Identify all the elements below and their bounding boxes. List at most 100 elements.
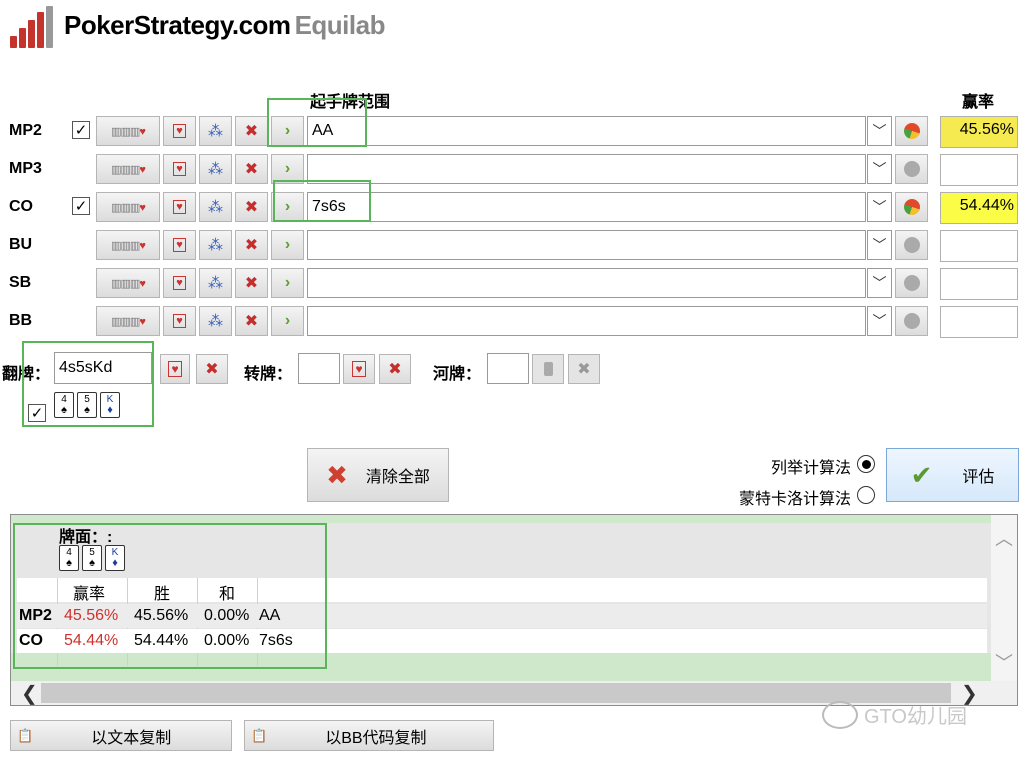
- chevron-down-icon: ﹀: [872, 161, 887, 177]
- hand-matrix-icon: ▥▥▥♥: [111, 239, 146, 252]
- range-matrix-button[interactable]: ▥▥▥♥: [96, 154, 160, 184]
- player-checkbox[interactable]: ✓: [72, 197, 90, 215]
- card-picker-button[interactable]: ♥: [163, 192, 196, 222]
- pie-chart-icon: [903, 123, 920, 139]
- card-picker-button[interactable]: ♥: [163, 116, 196, 146]
- clear-range-button[interactable]: ✖: [235, 154, 268, 184]
- random-hand-button[interactable]: ⁂: [199, 268, 232, 298]
- range-dropdown[interactable]: ﹀: [867, 192, 892, 222]
- apply-range-button[interactable]: ›: [271, 268, 304, 298]
- player-checkbox[interactable]: ✓: [72, 121, 90, 139]
- range-dropdown[interactable]: ﹀: [867, 268, 892, 298]
- clear-range-button[interactable]: ✖: [235, 268, 268, 298]
- dice-icon: ⁂: [208, 275, 223, 292]
- card-icon: ♥: [173, 200, 186, 214]
- position-label: BB: [9, 312, 33, 329]
- wechat-icon: [822, 700, 858, 729]
- pie-chart-icon: [903, 313, 920, 329]
- card-icon: ♥: [173, 314, 186, 328]
- apply-range-button[interactable]: ›: [271, 306, 304, 336]
- stats-button[interactable]: [895, 192, 928, 222]
- flop-card-picker-button[interactable]: ♥: [160, 354, 190, 384]
- hand-matrix-icon: ▥▥▥♥: [111, 125, 146, 138]
- range-matrix-button[interactable]: ▥▥▥♥: [96, 230, 160, 260]
- river-input[interactable]: [487, 353, 529, 384]
- range-input[interactable]: 7s6s: [307, 192, 866, 222]
- range-dropdown[interactable]: ﹀: [867, 154, 892, 184]
- turn-card-picker-button[interactable]: ♥: [343, 354, 375, 384]
- river-clear-button[interactable]: ✖: [568, 354, 600, 384]
- turn-input[interactable]: [298, 353, 340, 384]
- apply-range-button[interactable]: ›: [271, 230, 304, 260]
- position-label: MP2: [9, 122, 42, 139]
- scroll-thumb[interactable]: [41, 683, 951, 703]
- card-icon: ♥: [173, 124, 186, 138]
- stats-button[interactable]: [895, 116, 928, 146]
- clear-icon: ✖: [244, 199, 259, 216]
- range-input[interactable]: [307, 306, 866, 336]
- range-matrix-button[interactable]: ▥▥▥♥: [96, 268, 160, 298]
- card-icon: ♥: [352, 361, 366, 377]
- dice-icon: ⁂: [208, 161, 223, 178]
- random-hand-button[interactable]: ⁂: [199, 116, 232, 146]
- clear-all-button[interactable]: ✖ 清除全部: [307, 448, 449, 502]
- chevron-down-icon: ﹀: [872, 237, 887, 253]
- scroll-down-icon[interactable]: ﹀: [995, 649, 1013, 675]
- range-matrix-button[interactable]: ▥▥▥♥: [96, 116, 160, 146]
- arrow-right-icon: ›: [284, 236, 291, 253]
- range-input[interactable]: [307, 230, 866, 260]
- enum-algo-radio[interactable]: [857, 455, 875, 473]
- scroll-left-icon[interactable]: ❮: [21, 681, 38, 706]
- vertical-scrollbar[interactable]: ︿ ﹀: [991, 515, 1017, 681]
- position-label: BU: [9, 236, 33, 253]
- card-picker-button[interactable]: ♥: [163, 154, 196, 184]
- clear-icon: ✖: [244, 275, 259, 292]
- clear-range-button[interactable]: ✖: [235, 306, 268, 336]
- stats-button[interactable]: [895, 306, 928, 336]
- flop-highlight-box: [22, 341, 154, 427]
- clear-all-icon: ✖: [326, 459, 348, 490]
- range-input[interactable]: [307, 154, 866, 184]
- pie-chart-icon: [903, 237, 920, 253]
- results-top-band: [11, 515, 991, 523]
- random-hand-button[interactable]: ⁂: [199, 192, 232, 222]
- clear-icon: ✖: [388, 361, 402, 378]
- copy-text-button[interactable]: 📋 以文本复制: [10, 720, 232, 751]
- river-card-picker-button[interactable]: [532, 354, 564, 384]
- card-picker-button[interactable]: ♥: [163, 306, 196, 336]
- equity-value: [940, 154, 1018, 186]
- range-matrix-button[interactable]: ▥▥▥♥: [96, 192, 160, 222]
- clear-range-button[interactable]: ✖: [235, 230, 268, 260]
- flop-clear-button[interactable]: ✖: [196, 354, 228, 384]
- copy-bb-button[interactable]: 📋 以BB代码复制: [244, 720, 494, 751]
- random-hand-button[interactable]: ⁂: [199, 230, 232, 260]
- range-matrix-button[interactable]: ▥▥▥♥: [96, 306, 160, 336]
- card-picker-button[interactable]: ♥: [163, 230, 196, 260]
- clear-icon: ✖: [244, 161, 259, 178]
- clear-range-button[interactable]: ✖: [235, 116, 268, 146]
- range-dropdown[interactable]: ﹀: [867, 116, 892, 146]
- watermark: GTO幼儿园: [822, 700, 967, 729]
- enum-algo-label: 列举计算法: [771, 460, 852, 477]
- scroll-up-icon[interactable]: ︿: [995, 525, 1013, 551]
- evaluate-button[interactable]: ✔ 评估: [886, 448, 1019, 502]
- card-picker-button[interactable]: ♥: [163, 268, 196, 298]
- stats-button[interactable]: [895, 154, 928, 184]
- equity-value: [940, 268, 1018, 300]
- pie-chart-icon: [903, 199, 920, 215]
- range-dropdown[interactable]: ﹀: [867, 306, 892, 336]
- clear-range-button[interactable]: ✖: [235, 192, 268, 222]
- equity-value: [940, 306, 1018, 338]
- stats-button[interactable]: [895, 268, 928, 298]
- range-dropdown[interactable]: ﹀: [867, 230, 892, 260]
- range-highlight-box: [273, 180, 371, 222]
- river-label: 河牌：: [433, 366, 482, 383]
- arrow-right-icon: ›: [284, 160, 291, 177]
- random-hand-button[interactable]: ⁂: [199, 306, 232, 336]
- random-hand-button[interactable]: ⁂: [199, 154, 232, 184]
- range-input[interactable]: [307, 268, 866, 298]
- monte-algo-radio[interactable]: [857, 486, 875, 504]
- stats-button[interactable]: [895, 230, 928, 260]
- turn-clear-button[interactable]: ✖: [379, 354, 411, 384]
- range-input[interactable]: AA: [307, 116, 866, 146]
